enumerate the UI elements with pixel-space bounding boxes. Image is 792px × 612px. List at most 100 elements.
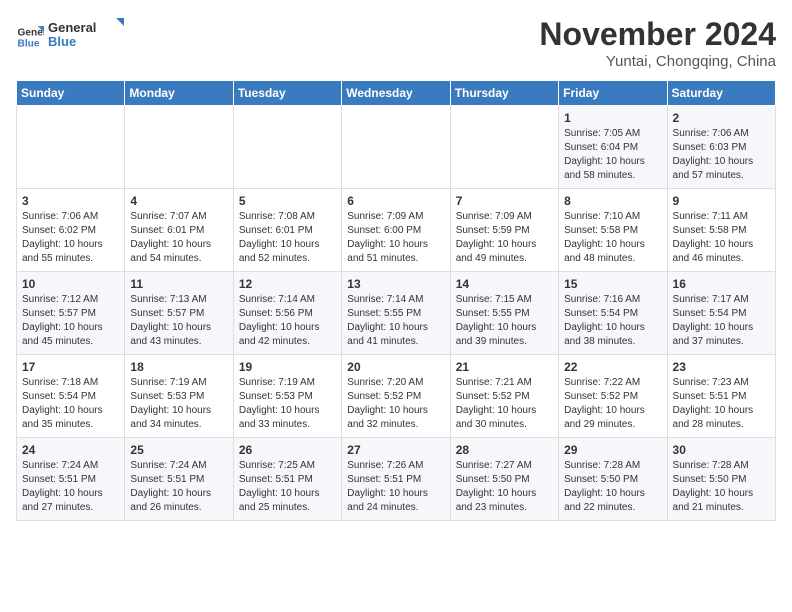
day-number: 22 (564, 360, 661, 374)
day-content: Sunrise: 7:06 AM Sunset: 6:03 PM Dayligh… (673, 127, 770, 183)
day-content: Sunrise: 7:11 AM Sunset: 5:58 PM Dayligh… (673, 210, 770, 266)
day-number: 7 (456, 194, 553, 208)
day-number: 13 (347, 277, 444, 291)
day-content: Sunrise: 7:16 AM Sunset: 5:54 PM Dayligh… (564, 293, 661, 349)
day-number: 10 (22, 277, 119, 291)
calendar-cell: 8 Sunrise: 7:10 AM Sunset: 5:58 PM Daylig… (559, 189, 667, 272)
day-content: Sunrise: 7:17 AM Sunset: 5:54 PM Dayligh… (673, 293, 770, 349)
calendar-cell: 16 Sunrise: 7:17 AM Sunset: 5:54 PM Dayli… (667, 272, 775, 355)
header-day: Saturday (667, 81, 775, 106)
day-content: Sunrise: 7:28 AM Sunset: 5:50 PM Dayligh… (564, 459, 661, 515)
calendar-cell: 22 Sunrise: 7:22 AM Sunset: 5:52 PM Dayli… (559, 355, 667, 438)
calendar-cell: 19 Sunrise: 7:19 AM Sunset: 5:53 PM Dayli… (233, 355, 341, 438)
page-header: General Blue General Blue November 2024 … (16, 16, 776, 70)
day-number: 27 (347, 443, 444, 457)
calendar-cell (233, 106, 341, 189)
day-content: Sunrise: 7:14 AM Sunset: 5:56 PM Dayligh… (239, 293, 336, 349)
header-row: SundayMondayTuesdayWednesdayThursdayFrid… (17, 81, 776, 106)
calendar-cell: 27 Sunrise: 7:26 AM Sunset: 5:51 PM Dayli… (342, 438, 450, 521)
svg-text:Blue: Blue (18, 38, 40, 49)
day-content: Sunrise: 7:13 AM Sunset: 5:57 PM Dayligh… (130, 293, 227, 349)
day-content: Sunrise: 7:21 AM Sunset: 5:52 PM Dayligh… (456, 376, 553, 432)
day-number: 14 (456, 277, 553, 291)
header-day: Tuesday (233, 81, 341, 106)
day-number: 23 (673, 360, 770, 374)
day-content: Sunrise: 7:22 AM Sunset: 5:52 PM Dayligh… (564, 376, 661, 432)
day-number: 28 (456, 443, 553, 457)
calendar-cell: 21 Sunrise: 7:21 AM Sunset: 5:52 PM Dayli… (450, 355, 558, 438)
calendar-cell: 23 Sunrise: 7:23 AM Sunset: 5:51 PM Dayli… (667, 355, 775, 438)
calendar-cell (17, 106, 125, 189)
calendar-cell: 6 Sunrise: 7:09 AM Sunset: 6:00 PM Daylig… (342, 189, 450, 272)
day-number: 16 (673, 277, 770, 291)
day-number: 21 (456, 360, 553, 374)
day-content: Sunrise: 7:24 AM Sunset: 5:51 PM Dayligh… (130, 459, 227, 515)
title-block: November 2024 Yuntai, Chongqing, China (539, 16, 776, 70)
calendar-cell: 29Sunrise: 7:28 AM Sunset: 5:50 PM Dayli… (559, 438, 667, 521)
calendar-cell: 12 Sunrise: 7:14 AM Sunset: 5:56 PM Dayli… (233, 272, 341, 355)
day-content: Sunrise: 7:23 AM Sunset: 5:51 PM Dayligh… (673, 376, 770, 432)
day-number: 17 (22, 360, 119, 374)
calendar-cell: 25 Sunrise: 7:24 AM Sunset: 5:51 PM Dayli… (125, 438, 233, 521)
svg-text:General: General (18, 27, 44, 38)
day-number: 25 (130, 443, 227, 457)
calendar-table: SundayMondayTuesdayWednesdayThursdayFrid… (16, 80, 776, 521)
header-day: Monday (125, 81, 233, 106)
day-content: Sunrise: 7:15 AM Sunset: 5:55 PM Dayligh… (456, 293, 553, 349)
day-content: Sunrise: 7:14 AM Sunset: 5:55 PM Dayligh… (347, 293, 444, 349)
day-content: Sunrise: 7:09 AM Sunset: 6:00 PM Dayligh… (347, 210, 444, 266)
day-content: Sunrise: 7:20 AM Sunset: 5:52 PM Dayligh… (347, 376, 444, 432)
day-content: Sunrise: 7:27 AM Sunset: 5:50 PM Dayligh… (456, 459, 553, 515)
day-content: Sunrise: 7:26 AM Sunset: 5:51 PM Dayligh… (347, 459, 444, 515)
day-content: Sunrise: 7:19 AM Sunset: 5:53 PM Dayligh… (239, 376, 336, 432)
month-title: November 2024 (539, 16, 776, 53)
day-content: Sunrise: 7:10 AM Sunset: 5:58 PM Dayligh… (564, 210, 661, 266)
day-content: Sunrise: 7:19 AM Sunset: 5:53 PM Dayligh… (130, 376, 227, 432)
calendar-cell: 5Sunrise: 7:08 AM Sunset: 6:01 PM Daylig… (233, 189, 341, 272)
calendar-cell (450, 106, 558, 189)
calendar-cell: 24Sunrise: 7:24 AM Sunset: 5:51 PM Dayli… (17, 438, 125, 521)
day-number: 8 (564, 194, 661, 208)
day-number: 24 (22, 443, 119, 457)
calendar-cell: 7 Sunrise: 7:09 AM Sunset: 5:59 PM Daylig… (450, 189, 558, 272)
logo-svg: General Blue (48, 16, 128, 52)
day-content: Sunrise: 7:07 AM Sunset: 6:01 PM Dayligh… (130, 210, 227, 266)
day-number: 12 (239, 277, 336, 291)
day-number: 9 (673, 194, 770, 208)
location: Yuntai, Chongqing, China (539, 53, 776, 70)
day-number: 2 (673, 111, 770, 125)
day-number: 3 (22, 194, 119, 208)
day-number: 15 (564, 277, 661, 291)
header-day: Friday (559, 81, 667, 106)
calendar-cell: 4 Sunrise: 7:07 AM Sunset: 6:01 PM Daylig… (125, 189, 233, 272)
calendar-week-row: 24 Sunrise: 7:24 AM Sunset: 5:51 PM Dayli… (17, 438, 776, 521)
day-content: Sunrise: 7:28 AM Sunset: 5:50 PM Dayligh… (673, 459, 770, 515)
svg-text:General: General (48, 20, 96, 35)
calendar-cell: 10 Sunrise: 7:12 AM Sunset: 5:57 PM Dayli… (17, 272, 125, 355)
header-day: Wednesday (342, 81, 450, 106)
calendar-cell (125, 106, 233, 189)
calendar-cell: 1Sunrise: 7:05 AM Sunset: 6:04 PM Daylig… (559, 106, 667, 189)
calendar-cell: 20 Sunrise: 7:20 AM Sunset: 5:52 PM Dayli… (342, 355, 450, 438)
calendar-cell: 9 Sunrise: 7:11 AM Sunset: 5:58 PM Daylig… (667, 189, 775, 272)
day-number: 6 (347, 194, 444, 208)
day-content: Sunrise: 7:12 AM Sunset: 5:57 PM Dayligh… (22, 293, 119, 349)
day-content: Sunrise: 7:09 AM Sunset: 5:59 PM Dayligh… (456, 210, 553, 266)
calendar-cell: 13 Sunrise: 7:14 AM Sunset: 5:55 PM Dayli… (342, 272, 450, 355)
calendar-cell: 3 Sunrise: 7:06 AM Sunset: 6:02 PM Daylig… (17, 189, 125, 272)
day-content: Sunrise: 7:05 AM Sunset: 6:04 PM Dayligh… (564, 127, 661, 183)
day-content: Sunrise: 7:18 AM Sunset: 5:54 PM Dayligh… (22, 376, 119, 432)
day-number: 4 (130, 194, 227, 208)
day-number: 11 (130, 277, 227, 291)
header-day: Thursday (450, 81, 558, 106)
day-number: 19 (239, 360, 336, 374)
calendar-cell: 11 Sunrise: 7:13 AM Sunset: 5:57 PM Dayli… (125, 272, 233, 355)
day-content: Sunrise: 7:06 AM Sunset: 6:02 PM Dayligh… (22, 210, 119, 266)
day-number: 26 (239, 443, 336, 457)
day-number: 20 (347, 360, 444, 374)
svg-text:Blue: Blue (48, 34, 76, 49)
day-number: 30 (673, 443, 770, 457)
header-day: Sunday (17, 81, 125, 106)
calendar-week-row: 1Sunrise: 7:05 AM Sunset: 6:04 PM Daylig… (17, 106, 776, 189)
calendar-cell (342, 106, 450, 189)
